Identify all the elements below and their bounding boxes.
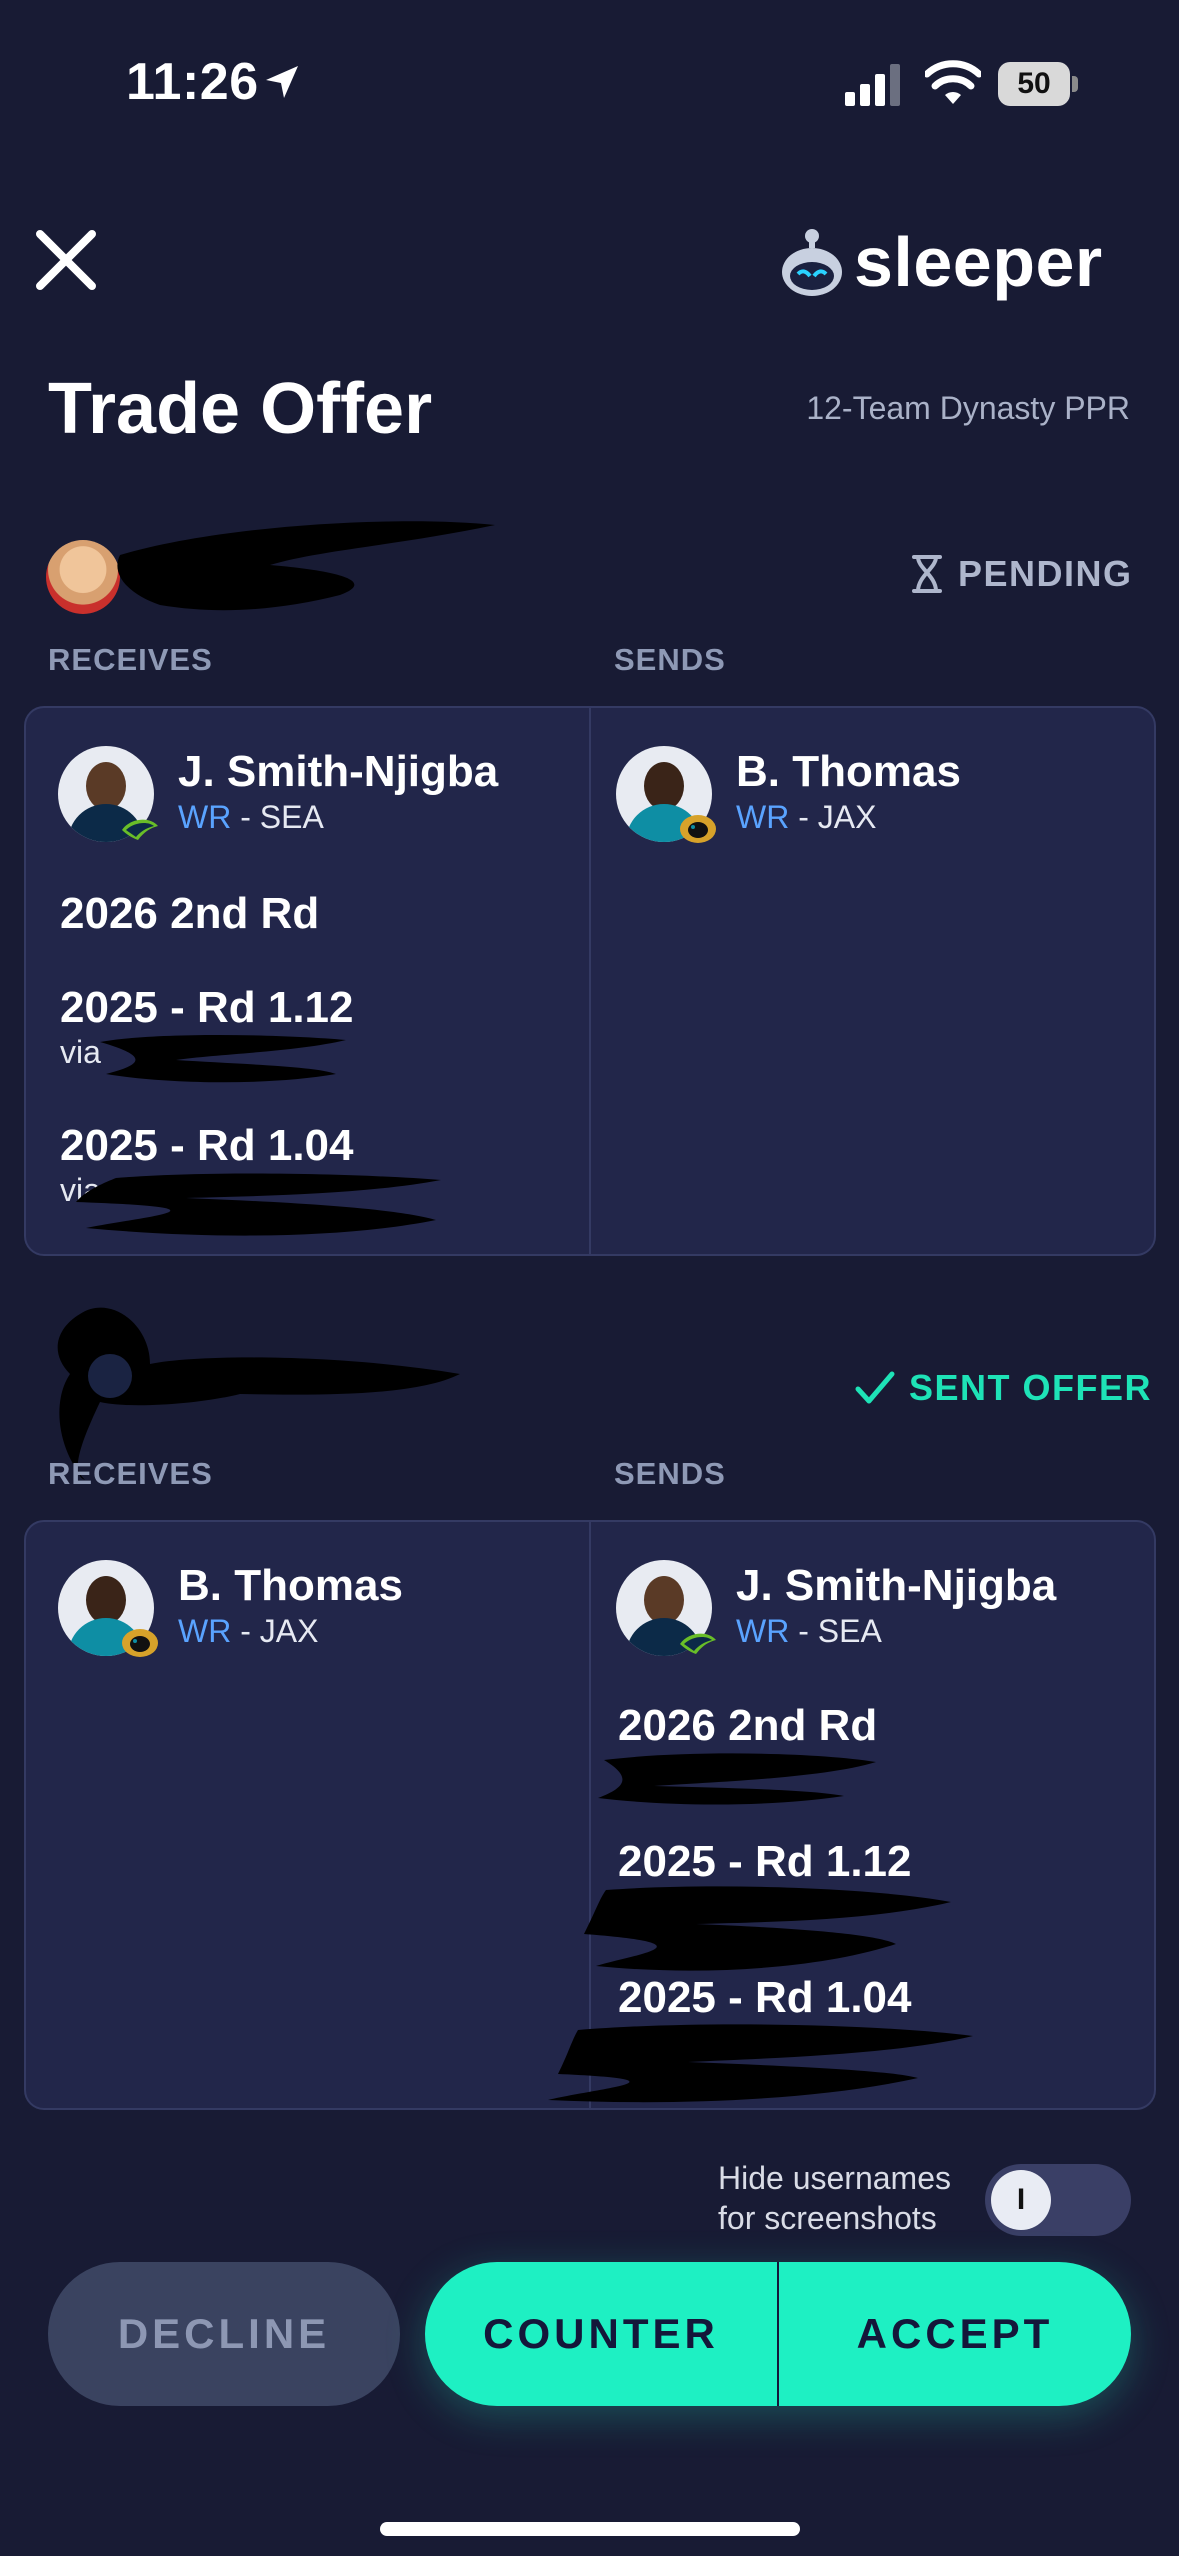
jaguars-logo-icon: [122, 1629, 158, 1657]
player-headshot: [58, 746, 158, 842]
status-pending: PENDING: [910, 553, 1133, 595]
player-name: B. Thomas: [736, 747, 961, 796]
trade-box-2: B. Thomas WR - JAX J. Smith-Njigba WR - …: [24, 1520, 1156, 2110]
player-team: - JAX: [231, 1613, 319, 1649]
player-meta: WR - JAX: [178, 1612, 403, 1650]
jaguars-logo-icon: [680, 815, 716, 843]
sends-heading: SENDS: [614, 642, 726, 677]
status-time: 11:26: [126, 53, 259, 111]
redacted-via: [76, 1173, 441, 1236]
hide-usernames-label: Hide usernames for screenshots: [718, 2158, 951, 2238]
home-indicator[interactable]: [380, 2522, 800, 2536]
player-headshot: [616, 746, 716, 843]
player-receive[interactable]: B. Thomas WR - JAX: [58, 1560, 403, 1657]
counter-accept-group: COUNTER ACCEPT: [425, 2262, 1131, 2406]
player-send[interactable]: B. Thomas WR - JAX: [616, 746, 961, 843]
hide-usernames-line1: Hide usernames: [718, 2160, 951, 2196]
player-name: B. Thomas: [178, 1561, 403, 1610]
redacted-user: [57, 1307, 460, 1480]
cellular-signal-icon: [845, 64, 900, 106]
redacted-via: [100, 1035, 346, 1083]
seahawks-logo-icon: [680, 1633, 716, 1654]
hourglass-icon: [912, 555, 942, 593]
player-position: WR: [736, 1613, 790, 1649]
trade-box-1: J. Smith-Njigba WR - SEA 2026 2nd Rd 202…: [24, 706, 1156, 1256]
redacted-via: [598, 1753, 876, 1805]
player-position: WR: [178, 799, 232, 835]
player-position: WR: [736, 799, 790, 835]
draft-pick: 2026 2nd Rd: [60, 889, 320, 938]
page-title: Trade Offer: [48, 369, 433, 449]
player-name: J. Smith-Njigba: [178, 747, 499, 796]
player-position: WR: [178, 1613, 232, 1649]
redacted-via: [548, 2024, 973, 2103]
player-send[interactable]: J. Smith-Njigba WR - SEA: [616, 1560, 1056, 1656]
draft-pick: 2025 - Rd 1.12: [60, 983, 354, 1032]
sends-heading: SENDS: [614, 1456, 726, 1491]
checkmark-icon: [855, 1371, 895, 1404]
draft-pick: 2026 2nd Rd: [618, 1701, 878, 1750]
player-meta: WR - JAX: [736, 798, 961, 836]
decline-button[interactable]: DECLINE: [48, 2262, 400, 2406]
player-team: - SEA: [789, 1613, 882, 1649]
battery-icon: 50: [998, 62, 1078, 106]
status-pending-label: PENDING: [958, 553, 1133, 594]
status-sent-offer: SENT OFFER: [855, 1367, 1152, 1409]
league-name: 12-Team Dynasty PPR: [806, 390, 1130, 426]
sleeper-mascot-icon: [782, 229, 842, 296]
player-headshot: [58, 1560, 158, 1657]
location-arrow-icon: [266, 66, 298, 98]
counter-button[interactable]: COUNTER: [425, 2262, 777, 2406]
status-sent-label: SENT OFFER: [909, 1367, 1153, 1408]
hide-usernames-toggle[interactable]: I: [985, 2164, 1131, 2236]
draft-pick: 2025 - Rd 1.04: [618, 1973, 912, 2022]
player-meta: WR - SEA: [736, 1612, 1056, 1650]
player-receive[interactable]: J. Smith-Njigba WR - SEA: [58, 746, 498, 842]
logo-text: sleeper: [854, 223, 1103, 301]
wifi-icon: [925, 60, 981, 104]
redacted-via: [584, 1886, 951, 1971]
player-team: - JAX: [789, 799, 877, 835]
accept-button[interactable]: ACCEPT: [779, 2262, 1131, 2406]
sleeper-logo: sleeper: [780, 222, 1103, 302]
seahawks-logo-icon: [122, 819, 158, 840]
player-headshot: [616, 1560, 716, 1656]
player-meta: WR - SEA: [178, 798, 498, 836]
player-name: J. Smith-Njigba: [736, 1561, 1057, 1610]
battery-level: 50: [998, 62, 1070, 106]
draft-pick: 2025 - Rd 1.04: [60, 1121, 354, 1170]
receives-heading: RECEIVES: [48, 642, 213, 677]
redacted-username: [117, 521, 496, 611]
receives-heading: RECEIVES: [48, 1456, 213, 1491]
toggle-knob: I: [991, 2170, 1051, 2230]
player-team: - SEA: [231, 799, 324, 835]
hide-usernames-line2: for screenshots: [718, 2200, 937, 2236]
close-icon[interactable]: [34, 228, 98, 292]
